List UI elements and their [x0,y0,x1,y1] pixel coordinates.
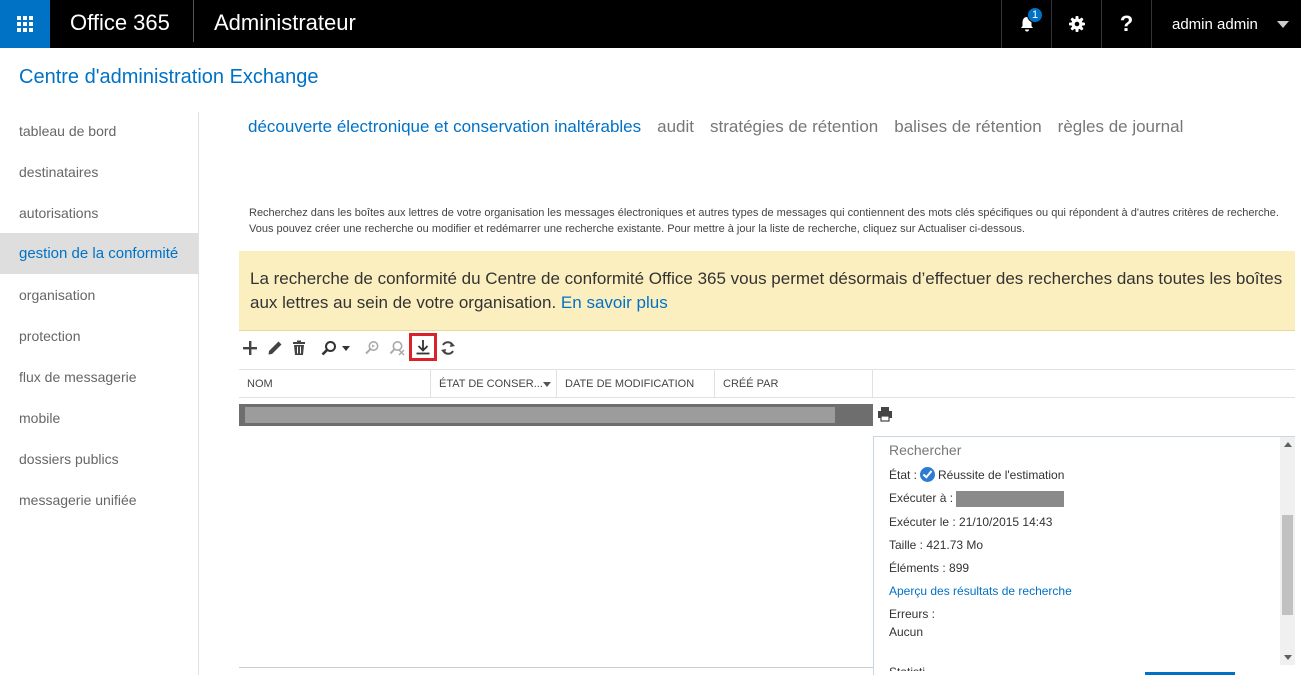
scroll-down-icon[interactable] [1284,655,1292,660]
statistics-label: Statisti [889,665,949,671]
search-dropdown-button[interactable] [318,336,354,360]
download-button[interactable] [409,333,437,361]
add-button[interactable] [241,336,259,360]
column-header-created-by[interactable]: CRÉÉ PAR [715,370,873,398]
add-icon [243,341,257,355]
user-name: admin admin [1172,15,1258,33]
settings-button[interactable] [1051,0,1101,48]
nav-item-organization[interactable]: organisation [0,274,198,315]
column-header-hold-status[interactable]: ÉTAT DE CONSER... [431,370,557,398]
help-icon: ? [1119,11,1134,36]
column-header-name[interactable]: NOM [239,370,431,398]
redacted-value [956,491,1065,507]
info-banner: La recherche de conformité du Centre de … [239,251,1295,331]
page-title: Centre d'administration Exchange [19,66,319,88]
nav-item-dashboard[interactable]: tableau de bord [0,110,198,151]
chevron-down-icon [342,346,350,351]
nav-divider [198,112,199,675]
column-header-label: NOM [247,378,273,390]
top-bar: Office 365 Administrateur 1 ? admin admi… [0,0,1301,48]
preview-results-link[interactable]: Aperçu des résultats de recherche [889,584,1072,598]
stop-search-button[interactable] [388,336,406,360]
toolbar [239,333,469,361]
items-line: Éléments : 899 [889,561,970,575]
scroll-up-icon[interactable] [1284,442,1292,447]
nav-item-unified-messaging[interactable]: messagerie unifiée [0,479,198,520]
nav-item-recipients[interactable]: destinataires [0,151,198,192]
app-launcher-button[interactable] [0,0,50,48]
estimate-button[interactable] [363,336,381,360]
tab-audit[interactable]: audit [657,117,694,137]
clear-icon [389,341,405,356]
notification-count-badge: 1 [1027,7,1043,23]
nav-item-public-folders[interactable]: dossiers publics [0,438,198,479]
chevron-down-icon [1277,21,1289,28]
refresh-button[interactable] [439,336,457,360]
chevron-down-icon [543,382,551,387]
scroll-thumb[interactable] [1282,515,1293,615]
page-description: Recherchez dans les boîtes aux lettres d… [249,207,1279,235]
learn-more-link[interactable]: En savoir plus [561,293,668,312]
column-header-label: CRÉÉ PAR [723,378,779,390]
nav-item-permissions[interactable]: autorisations [0,192,198,233]
errors-value: Aucun [889,625,924,639]
run-as-line: Exécuter à : [889,491,1065,507]
details-pane: Rechercher État : Réussite de l'estimatio… [873,436,1295,675]
waffle-icon [17,16,33,32]
nav-item-compliance-management[interactable]: gestion de la conformité [0,233,198,274]
delete-button[interactable] [290,336,308,360]
notifications-button[interactable]: 1 [1001,0,1051,48]
redacted-row-content [245,407,835,423]
details-header [873,369,1295,398]
nav-item-protection[interactable]: protection [0,315,198,356]
run-as-label: Exécuter à : [889,491,954,506]
check-circle-icon [920,467,936,483]
errors-label: Erreurs : [889,607,936,621]
tab-ediscovery-hold[interactable]: découverte électronique et conservation … [248,117,641,137]
banner-text: La recherche de conformité du Centre de … [250,269,1283,312]
search-icon [321,341,336,356]
status-line: État : Réussite de l'estimation [889,467,1065,483]
edit-button[interactable] [266,336,284,360]
printer-icon [878,407,892,422]
status-label: État : [889,468,918,482]
column-header-modified-date[interactable]: DATE DE MODIFICATION [557,370,715,398]
list-bottom-border [239,667,873,668]
tab-retention-policies[interactable]: stratégies de rétention [710,117,878,137]
delete-icon [293,340,305,355]
edit-icon [268,341,282,355]
tab-retention-tags[interactable]: balises de rétention [894,117,1041,137]
refresh-icon [441,341,455,355]
user-menu-button[interactable]: admin admin [1151,0,1301,48]
help-button[interactable]: ? [1101,0,1151,48]
column-header-label: DATE DE MODIFICATION [565,378,695,390]
estimate-icon [365,341,379,355]
details-scrollbar[interactable] [1280,437,1295,665]
run-on-line: Exécuter le : 21/10/2015 14:43 [889,515,1053,529]
left-navigation: tableau de bord destinataires autorisati… [0,110,198,520]
status-value: Réussite de l'estimation [938,468,1065,482]
nav-item-mobile[interactable]: mobile [0,397,198,438]
brand-name[interactable]: Office 365 [70,10,170,36]
print-button[interactable] [877,406,893,427]
brand-divider [193,0,194,42]
table-row[interactable] [239,404,873,426]
column-header-label: ÉTAT DE CONSER... [439,378,543,390]
app-title[interactable]: Administrateur [214,10,356,36]
download-icon [416,340,430,355]
details-title: Rechercher [889,442,962,458]
tab-journal-rules[interactable]: règles de journal [1058,117,1184,137]
tab-bar: découverte électronique et conservation … [248,117,1199,137]
nav-item-mail-flow[interactable]: flux de messagerie [0,356,198,397]
size-line: Taille : 421.73 Mo [889,538,984,552]
gear-icon [1068,16,1085,32]
list-header: NOM ÉTAT DE CONSER... DATE DE MODIFICATI… [239,369,873,398]
